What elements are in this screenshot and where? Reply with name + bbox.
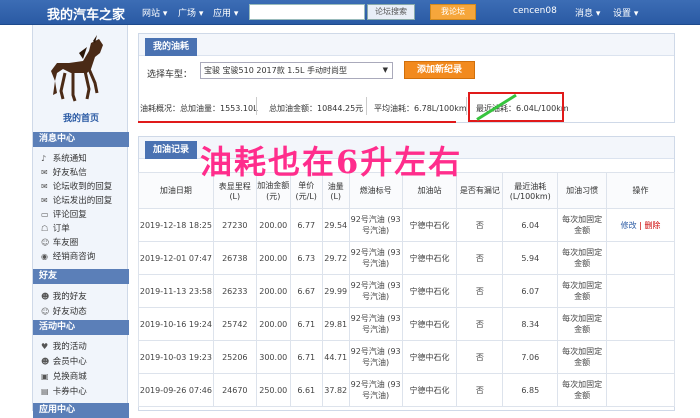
table-row: 2019-09-26 07:46 24670 250.00 6.61 37.82 92号汽…	[138, 373, 675, 407]
fuel-records-table: 加油日期 表显里程 (L) 加油金额 (元) 单价 (元/L) 油量 (L) 燃…	[138, 172, 675, 407]
fuel-panel-title: 我的油耗	[145, 38, 198, 56]
card-icon: ▤	[41, 387, 49, 396]
divider	[366, 97, 367, 115]
username[interactable]: cencen08	[513, 6, 557, 16]
search-input[interactable]	[249, 4, 365, 20]
add-record-button[interactable]: 添加新纪录	[404, 61, 475, 79]
my-home-link[interactable]: 我的首页	[33, 111, 129, 124]
users-icon: ☻	[41, 292, 50, 301]
col-actions: 操作	[606, 172, 675, 209]
col-habit: 加油习惯	[557, 172, 608, 209]
group-icon: ☺	[41, 238, 50, 247]
sidebar-item-exchange-mall[interactable]: ▣ 兑换商城	[41, 370, 87, 382]
edit-link[interactable]: 修改	[621, 221, 637, 230]
heart-icon: ♥	[41, 342, 49, 351]
sidebar-item-friend-activity[interactable]: ☺ 好友动态	[41, 305, 87, 317]
globe-icon: ◉	[41, 252, 48, 261]
sidebar-item-orders[interactable]: ☖ 订单	[41, 222, 70, 234]
divider	[466, 97, 467, 115]
sidebar-item-system-notice[interactable]: ♪ 系统通知	[41, 152, 87, 164]
sidebar-item-friend-mail[interactable]: ✉ 好友私信	[41, 166, 87, 178]
sidebar-item-coupon-center[interactable]: ▤ 卡券中心	[41, 385, 87, 397]
sidebar-item-car-circle[interactable]: ☺ 车友圈	[41, 236, 78, 248]
section-friends: 好友	[33, 269, 129, 284]
nav-apps[interactable]: 应用 ▾	[213, 6, 238, 19]
sidebar-item-my-friends[interactable]: ☻ 我的好友	[41, 290, 87, 302]
sidebar-item-forum-sent[interactable]: ✉ 论坛发出的回复	[41, 194, 112, 206]
top-bar: 我的汽车之家 网站 ▾ 广场 ▾ 应用 ▾ 论坛搜索 我论坛 cencen08 …	[0, 0, 700, 25]
sidebar-item-member-center[interactable]: ☻ 会员中心	[41, 355, 87, 367]
section-message-center: 消息中心	[33, 132, 129, 147]
records-panel-title: 加油记录	[145, 141, 198, 159]
summary-total-fuel: 油耗概况：总加油量：1553.10L	[140, 104, 258, 113]
sidebar-item-forum-received[interactable]: ✉ 论坛收到的回复	[41, 180, 112, 192]
member-icon: ☻	[41, 357, 50, 366]
sidebar: 我的首页 消息中心 ♪ 系统通知 ✉ 好友私信 ✉ 论坛收到的回复 ✉ 论坛发出…	[32, 25, 129, 418]
summary-avg-consumption: 平均油耗：6.78L/100km	[374, 104, 467, 113]
sidebar-item-dealer-consult[interactable]: ◉ 经销商咨询	[41, 250, 95, 262]
bell-icon: ♪	[41, 154, 47, 163]
vehicle-label: 选择车型：	[147, 70, 193, 80]
sidebar-item-my-activity[interactable]: ♥ 我的活动	[41, 340, 87, 352]
forum-button[interactable]: 我论坛	[430, 4, 476, 20]
nav-square[interactable]: 广场 ▾	[178, 6, 203, 19]
row-actions[interactable]: 修改 | 删除	[606, 208, 675, 242]
vehicle-select[interactable]: 宝骏 宝骏510 2017款 1.5L 手动时尚型 ▼	[200, 62, 393, 79]
messages-menu[interactable]: 消息 ▾	[575, 6, 600, 19]
col-missed: 是否有漏记	[456, 172, 504, 209]
activity-icon: ☺	[41, 307, 50, 316]
gift-icon: ▣	[41, 372, 49, 381]
divider	[256, 97, 257, 115]
settings-menu[interactable]: 设置 ▾	[613, 6, 638, 19]
cart-icon: ☖	[41, 224, 49, 233]
chevron-down-icon: ▼	[382, 66, 388, 74]
summary-total-amount: 总加油金额：10844.25元	[269, 104, 364, 113]
mail-icon: ✉	[41, 168, 48, 177]
horse-avatar-image	[51, 35, 103, 102]
table-row: 2019-10-16 19:24 25742 200.00 6.71 29.81 92号汽…	[138, 307, 675, 341]
handwritten-annotation: 油耗也在6升左右	[200, 143, 463, 181]
section-activity-center: 活动中心	[33, 320, 129, 335]
table-row: 2019-11-13 23:58 26233 200.00 6.67 29.99 92号汽…	[138, 274, 675, 308]
site-logo[interactable]: 我的汽车之家	[47, 4, 125, 23]
mail-icon: ✉	[41, 196, 48, 205]
table-row: 2019-10-03 19:23 25206 300.00 6.71 44.71 92号汽…	[138, 340, 675, 374]
table-row: 2019-12-18 18:25 27230 200.00 6.77 29.54 92号汽…	[138, 208, 675, 242]
sidebar-item-comment-reply[interactable]: ▭ 评论回复	[41, 208, 87, 220]
comment-icon: ▭	[41, 210, 49, 219]
mail-icon: ✉	[41, 182, 48, 191]
forum-search-button[interactable]: 论坛搜索	[367, 4, 415, 20]
delete-link[interactable]: 删除	[644, 221, 660, 230]
red-underline-annotation	[138, 121, 456, 123]
col-recent-consumption: 最近油耗 (L/100km)	[502, 172, 559, 209]
table-row: 2019-12-01 07:47 26738 200.00 6.73 29.72 92号汽…	[138, 241, 675, 275]
nav-website[interactable]: 网站 ▾	[142, 6, 167, 19]
